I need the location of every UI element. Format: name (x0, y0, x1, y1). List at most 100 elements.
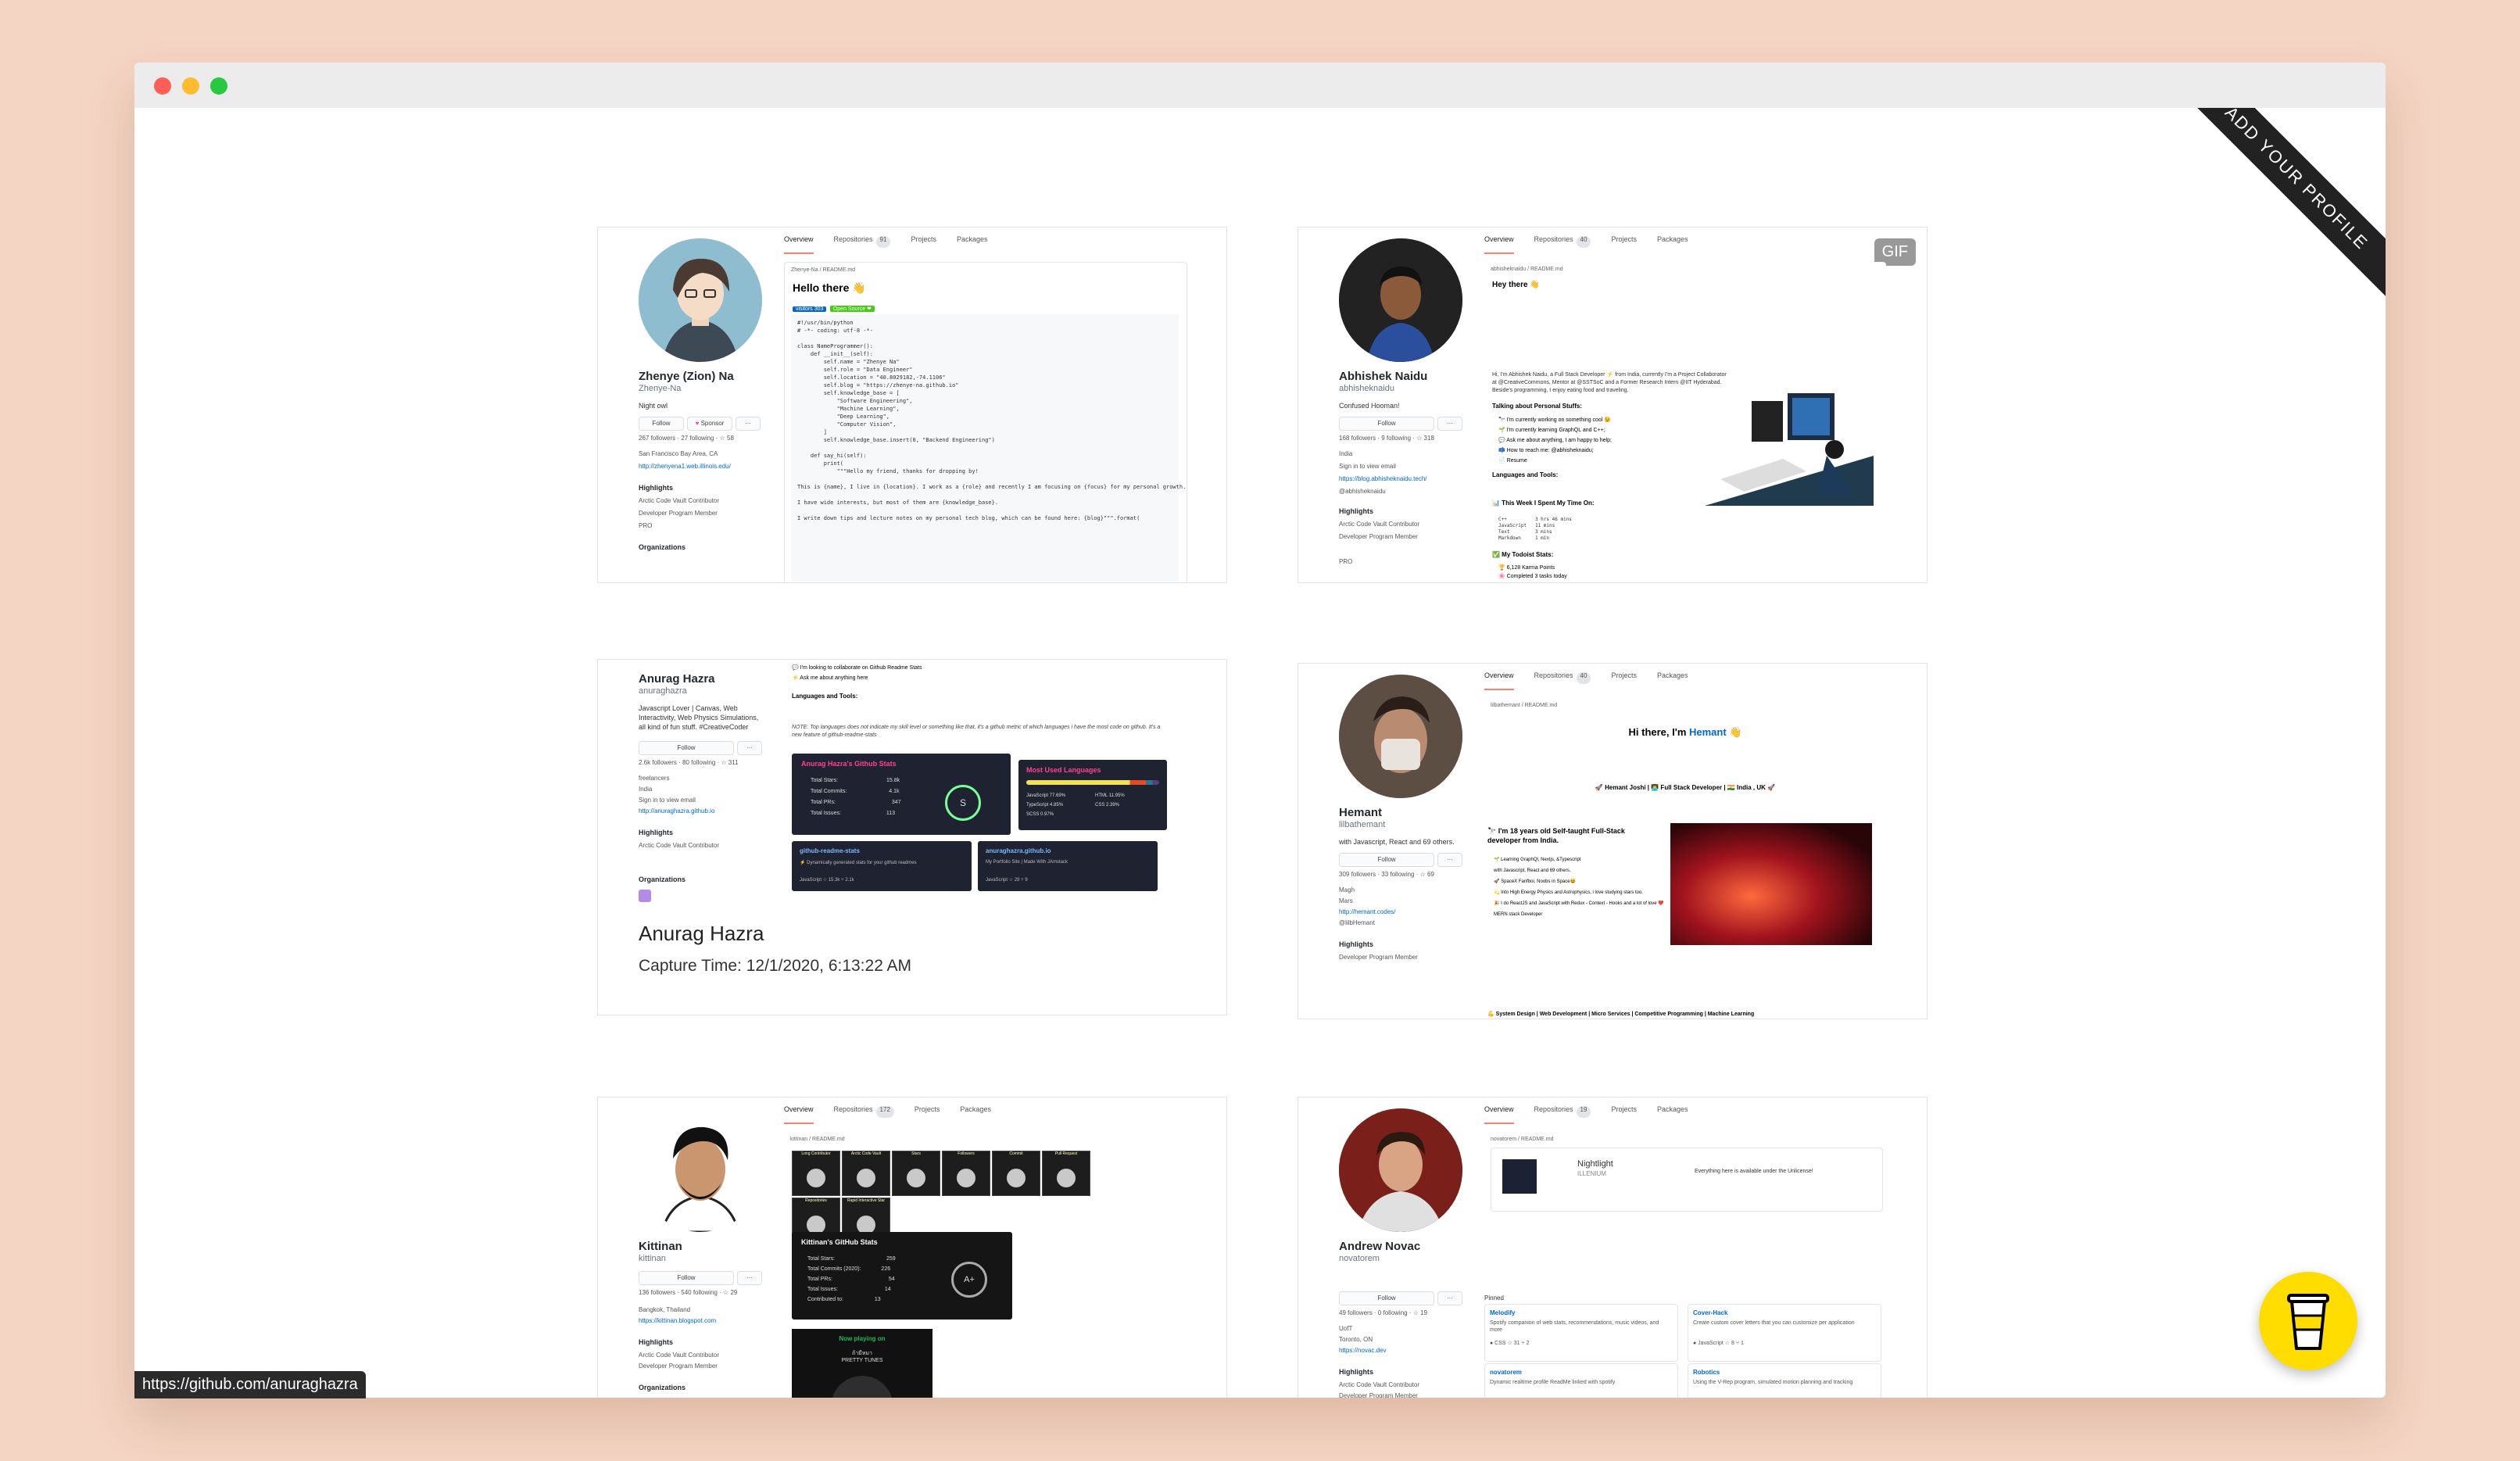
profile-card-hemant[interactable]: Overview Repositories 40 Projects Package… (1298, 663, 1928, 1019)
pinned-repo[interactable]: anuraghazra.github.io My Portfolio Site … (978, 841, 1158, 891)
profile-name: Zhenye (Zion) Na (639, 370, 734, 383)
profile-bio: Javascript Lover | Canvas, Web Interacti… (639, 704, 759, 731)
tab-repositories[interactable]: Repositories 40 (1534, 235, 1591, 254)
spotify-song: Nightlight (1577, 1159, 1613, 1169)
readme-path: lilbathemant / README.md (1491, 703, 1558, 708)
readme-tagline: 🚀 Hemant Joshi | 👨‍💻 Full Stack Develope… (1595, 784, 1776, 791)
profile-login: abhisheknaidu (1339, 384, 1394, 393)
tab-projects[interactable]: Projects (911, 235, 936, 254)
follow-button[interactable]: Follow (639, 1271, 734, 1285)
twitter-handle[interactable]: @abhisheknaidu (1339, 485, 1386, 498)
buy-me-a-coffee-button[interactable] (2259, 1272, 2357, 1370)
follow-button[interactable]: Follow (1339, 1291, 1434, 1305)
maximize-window-button[interactable] (210, 77, 227, 95)
highlight-dev-program: Developer Program Member (639, 510, 718, 517)
tab-repositories[interactable]: Repositories 19 (1534, 1105, 1591, 1124)
avatar[interactable] (639, 1108, 762, 1232)
top-languages-card: Most Used Languages JavaScript 77.69% Typ… (1018, 760, 1167, 830)
tab-projects[interactable]: Projects (1611, 671, 1637, 690)
minimize-window-button[interactable] (182, 77, 199, 95)
profile-tabs: Overview Repositories 19 Projects Package… (1484, 1105, 1688, 1124)
follow-button[interactable]: Follow (639, 417, 684, 431)
repo-description: Dynamic realtime profile ReadMe linked w… (1490, 1380, 1616, 1385)
tab-projects[interactable]: Projects (915, 1105, 940, 1124)
follow-button[interactable]: Follow (1339, 853, 1434, 867)
highlights-heading: Highlights (639, 829, 673, 836)
profile-card-anurag[interactable]: Anurag Hazra anuraghazra Javascript Love… (597, 659, 1227, 1015)
photo-avatar (1339, 1108, 1462, 1232)
trophy-icon (807, 1169, 825, 1187)
add-profile-ribbon[interactable]: ADD YOUR PROFILE (2182, 108, 2386, 311)
readme-path: novatorem / README.md (1491, 1137, 1554, 1142)
tab-repositories[interactable]: Repositories 91 (834, 235, 891, 254)
pinned-repo[interactable]: Cover-Hack Create custom cover letters th… (1688, 1304, 1881, 1362)
tab-overview[interactable]: Overview (784, 1105, 814, 1124)
website-link[interactable]: https://blog.abhisheknaidu.tech/ (1339, 473, 1427, 485)
license-text: Everything here is available under the U… (1695, 1169, 1813, 1174)
highlights-heading: Highlights (1339, 940, 1373, 948)
personal-list: 🔭 I'm currently working on something coo… (1498, 417, 1612, 464)
avatar[interactable] (1339, 1108, 1462, 1232)
tab-overview[interactable]: Overview (1484, 1105, 1514, 1124)
sponsor-button[interactable]: ♥ Sponsor (687, 417, 732, 431)
tab-repositories[interactable]: Repositories 172 (834, 1105, 894, 1124)
avatar[interactable] (1339, 238, 1462, 362)
trophy-badge: Followers (942, 1151, 990, 1196)
follow-button[interactable]: Follow (1339, 417, 1434, 431)
pinned-repo[interactable]: Robotics Using the V-Rep program, simulat… (1688, 1363, 1881, 1398)
profile-card-kittinan[interactable]: Overview Repositories 172 Projects Packag… (597, 1097, 1227, 1398)
browser-window: Overview Repositories 91 Projects Package… (134, 63, 2386, 1398)
repo-name[interactable]: novatorem (1490, 1369, 1673, 1376)
tab-projects[interactable]: Projects (1611, 1105, 1637, 1124)
twitter-handle[interactable]: @lilbHemant (1339, 917, 1375, 929)
website-link[interactable]: http://anuraghazra.github.io (639, 805, 714, 818)
pinned-repo[interactable]: Melodify Spotify companion of web stats, … (1484, 1304, 1678, 1362)
cartoon-avatar-illustration (639, 1108, 762, 1232)
avatar[interactable] (1339, 675, 1462, 798)
profile-card-andrew[interactable]: Overview Repositories 19 Projects Package… (1298, 1097, 1928, 1398)
profile-card-abhishek[interactable]: Overview Repositories 40 Projects Package… (1298, 227, 1928, 583)
repo-name[interactable]: Cover-Hack (1693, 1309, 1876, 1316)
website-link[interactable]: https://kittinan.blogspot.com (639, 1315, 716, 1327)
repo-name[interactable]: Melodify (1490, 1309, 1673, 1316)
tab-overview[interactable]: Overview (1484, 235, 1514, 254)
highlight-arctic: Arctic Code Vault Contributor (639, 497, 720, 504)
website-link[interactable]: http://zhenyena1.web.illinois.edu/ (639, 460, 731, 473)
readme-path: abhisheknaidu / README.md (1491, 267, 1563, 272)
tab-packages[interactable]: Packages (1657, 235, 1688, 254)
repo-name[interactable]: Robotics (1693, 1369, 1876, 1376)
tab-projects[interactable]: Projects (1611, 235, 1637, 254)
org-avatar[interactable] (639, 890, 651, 902)
more-button[interactable]: ··· (736, 417, 761, 431)
tab-repositories[interactable]: Repositories 40 (1534, 671, 1591, 690)
more-button[interactable]: ··· (1437, 853, 1462, 867)
highlights-heading: Highlights (1339, 507, 1373, 515)
trophy-badge: Long Contributor (792, 1151, 840, 1196)
highlights-heading: Highlights (639, 1338, 673, 1346)
tab-overview[interactable]: Overview (1484, 671, 1514, 690)
more-button[interactable]: ··· (737, 1271, 762, 1285)
highlight-dev-program: Developer Program Member (639, 1363, 718, 1370)
tab-packages[interactable]: Packages (1657, 1105, 1688, 1124)
more-button[interactable]: ··· (737, 741, 762, 755)
website-link[interactable]: https://novac.dev (1339, 1345, 1386, 1357)
spotify-artist: ILLENIUM (1577, 1170, 1606, 1177)
tab-overview[interactable]: Overview (784, 235, 814, 254)
readme-bullets: 🌱 Learning GraphQl, Nextjs, &Typescript w… (1494, 858, 1664, 917)
repo-description: Spotify companion of web stats, recommen… (1490, 1320, 1659, 1333)
more-button[interactable]: ··· (1437, 1291, 1462, 1305)
avatar[interactable] (639, 238, 762, 362)
close-window-button[interactable] (154, 77, 171, 95)
tab-packages[interactable]: Packages (957, 235, 988, 254)
profile-card-zhenye[interactable]: Overview Repositories 91 Projects Package… (597, 227, 1227, 583)
profile-login: anuraghazra (639, 686, 687, 696)
pinned-repo[interactable]: github-readme-stats ⚡ Dynamically genera… (792, 841, 972, 891)
tab-packages[interactable]: Packages (1657, 671, 1688, 690)
profile-readme: kittinan / README.md Long Contributor Arc… (784, 1132, 1186, 1398)
repo-meta: ● CSS ☆ 31 ⑂ 2 (1490, 1341, 1530, 1346)
organizations-heading: Organizations (639, 543, 686, 551)
more-button[interactable]: ··· (1437, 417, 1462, 431)
follow-button[interactable]: Follow (639, 741, 734, 755)
pinned-repo[interactable]: novatorem Dynamic realtime profile ReadMe… (1484, 1363, 1678, 1398)
tab-packages[interactable]: Packages (960, 1105, 991, 1124)
